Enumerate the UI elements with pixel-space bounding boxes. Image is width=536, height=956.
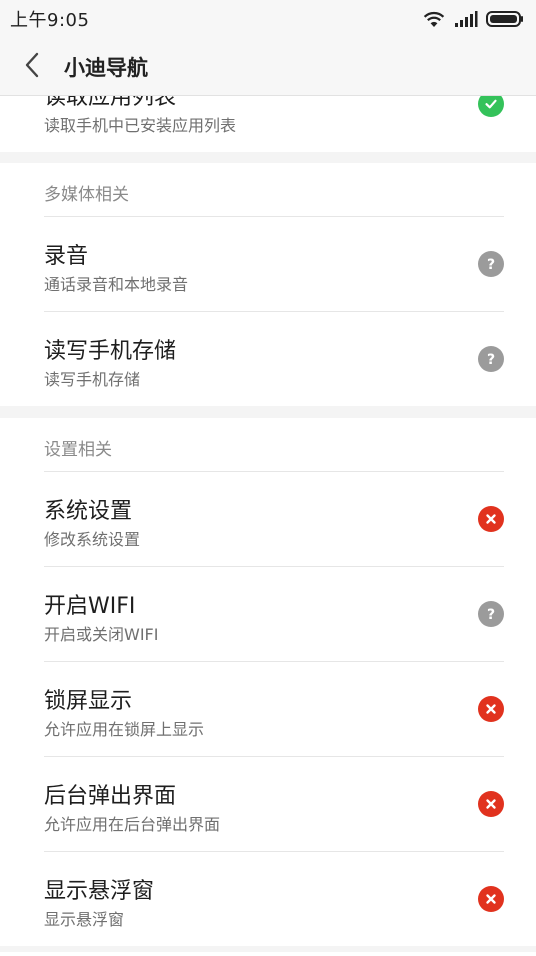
permission-subtitle: 显示悬浮窗 xyxy=(44,910,125,929)
permission-row-background-popup[interactable]: 后台弹出界面 允许应用在后台弹出界面 xyxy=(0,756,536,851)
svg-text:?: ? xyxy=(487,607,495,622)
permission-title: 读写手机存储 xyxy=(44,339,177,364)
cross-icon[interactable] xyxy=(478,886,504,912)
section-header: 设置相关 xyxy=(44,440,112,460)
question-icon[interactable]: ? xyxy=(478,601,504,627)
cross-icon[interactable] xyxy=(478,791,504,817)
permission-row-storage[interactable]: 读写手机存储 读写手机存储 ? xyxy=(0,311,536,406)
permission-title: 系统设置 xyxy=(44,499,133,524)
permission-title: 后台弹出界面 xyxy=(44,784,177,809)
permission-row-lock-screen[interactable]: 锁屏显示 允许应用在锁屏上显示 xyxy=(0,661,536,756)
permission-subtitle: 允许应用在锁屏上显示 xyxy=(44,720,205,739)
permission-subtitle: 开启或关闭WIFI xyxy=(44,625,159,644)
permission-list[interactable]: 读取应用列表 读取手机中已安装应用列表 多媒体相关 录音 通话录音和本地录音 ?… xyxy=(0,96,536,956)
permission-title: 开启WIFI xyxy=(44,594,136,619)
permission-subtitle: 允许应用在后台弹出界面 xyxy=(44,815,221,834)
card-next-partial xyxy=(0,952,536,956)
permission-title: 显示悬浮窗 xyxy=(44,879,155,904)
permission-row-system-settings[interactable]: 系统设置 修改系统设置 xyxy=(0,471,536,566)
signal-icon xyxy=(454,10,478,28)
card-partial: 读取应用列表 读取手机中已安装应用列表 xyxy=(0,96,536,152)
back-button[interactable] xyxy=(0,38,64,96)
battery-icon xyxy=(486,10,524,28)
permission-subtitle: 读取手机中已安装应用列表 xyxy=(44,116,237,135)
app-header: 小迪导航 xyxy=(0,38,536,96)
permission-row-floating-window[interactable]: 显示悬浮窗 显示悬浮窗 xyxy=(0,851,536,946)
cross-icon[interactable] xyxy=(478,696,504,722)
status-bar: 上午9:05 xyxy=(0,0,536,38)
permission-title: 读取应用列表 xyxy=(44,96,177,110)
permission-subtitle: 修改系统设置 xyxy=(44,530,141,549)
section-settings: 设置相关 系统设置 修改系统设置 开启WIFI 开启或关闭WIFI ? 锁屏显示… xyxy=(0,418,536,946)
section-header: 多媒体相关 xyxy=(44,185,129,205)
question-icon[interactable]: ? xyxy=(478,251,504,277)
permission-subtitle: 读写手机存储 xyxy=(44,370,141,389)
page-title: 小迪导航 xyxy=(64,55,148,80)
permission-title: 锁屏显示 xyxy=(44,689,133,714)
permission-title: 录音 xyxy=(44,244,89,269)
back-arrow-icon xyxy=(24,52,40,82)
cross-icon[interactable] xyxy=(478,506,504,532)
svg-text:?: ? xyxy=(487,352,495,367)
permission-row-record-audio[interactable]: 录音 通话录音和本地录音 ? xyxy=(0,216,536,311)
permission-subtitle: 通话录音和本地录音 xyxy=(44,275,189,294)
permission-row-read-app-list[interactable]: 读取应用列表 读取手机中已安装应用列表 xyxy=(0,96,536,152)
question-icon[interactable]: ? xyxy=(478,346,504,372)
section-multimedia: 多媒体相关 录音 通话录音和本地录音 ? 读写手机存储 读写手机存储 ? xyxy=(0,163,536,406)
permission-row-wifi[interactable]: 开启WIFI 开启或关闭WIFI ? xyxy=(0,566,536,661)
wifi-icon xyxy=(422,10,446,28)
check-icon[interactable] xyxy=(478,96,504,117)
status-time: 上午9:05 xyxy=(10,10,90,31)
svg-text:?: ? xyxy=(487,257,495,272)
status-icons xyxy=(422,10,524,28)
